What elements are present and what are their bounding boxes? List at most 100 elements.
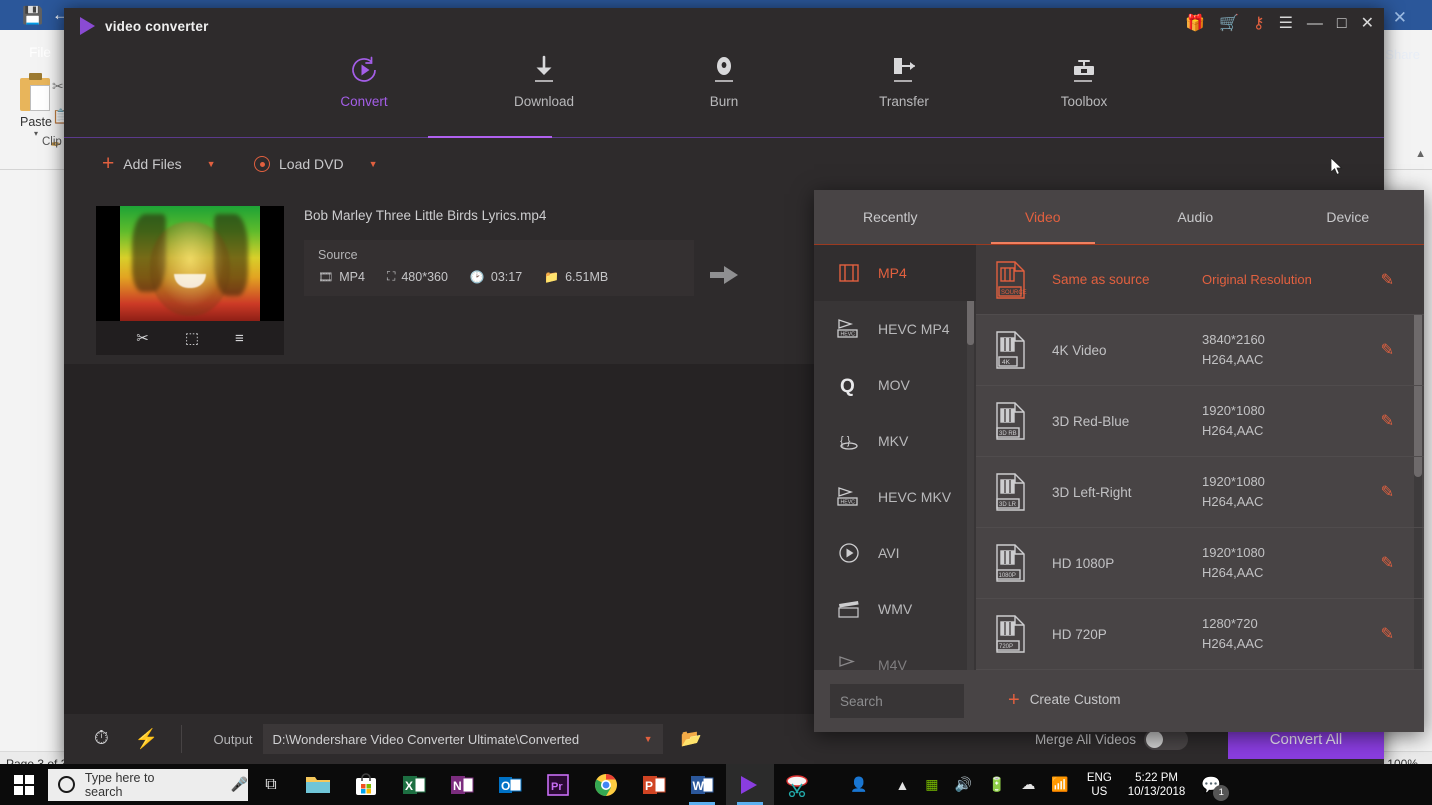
edit-icon[interactable]: ✎ [1381,270,1394,290]
burn-icon [668,50,780,90]
panel-tab-recently[interactable]: Recently [814,190,967,244]
close-icon[interactable]: ✕ [1361,16,1374,32]
svg-text:4K: 4K [1002,359,1011,366]
share-button[interactable]: Share [1385,47,1420,62]
clapperboard-icon [836,597,862,621]
battery-icon[interactable]: 🔋 [988,776,1005,793]
svg-text:3D LR: 3D LR [999,502,1017,508]
format-label: M4V [878,657,907,670]
video-thumbnail[interactable] [96,206,284,321]
search-input[interactable] [830,684,964,718]
chevron-down-icon[interactable]: ▼ [369,159,378,169]
panel-tab-audio[interactable]: Audio [1119,190,1272,244]
edit-icon[interactable]: ✎ [1381,411,1394,431]
show-hidden-icons-icon[interactable]: ▲ [895,777,909,793]
key-icon[interactable]: ⚷ [1253,16,1265,32]
add-files-label: Add Files [123,156,182,172]
format-item-avi[interactable]: AVI [814,525,976,581]
svg-text:Pr: Pr [551,781,563,793]
wifi-icon[interactable]: 📶 [1051,776,1068,793]
add-files-button[interactable]: + Add Files ▼ [102,153,216,174]
output-path-field[interactable]: D:\Wondershare Video Converter Ultimate\… [262,724,663,754]
format-item-mov[interactable]: Q MOV [814,357,976,413]
open-folder-icon[interactable]: 📂 [681,729,702,749]
taskbar-app-video-converter[interactable] [726,764,774,805]
nav-label-download: Download [513,94,575,109]
taskbar-app-excel[interactable]: X [390,764,438,805]
taskbar-app-outlook[interactable]: O [486,764,534,805]
taskbar-app-word[interactable]: W [678,764,726,805]
panel-tab-video[interactable]: Video [967,190,1120,244]
preset-row[interactable]: 4K 4K Video 3840*2160 H264,AAC ✎ [976,315,1424,386]
load-dvd-button[interactable]: Load DVD ▼ [254,156,378,172]
preset-row[interactable]: 3D LR 3D Left-Right 1920*1080 H264,AAC ✎ [976,457,1424,528]
format-item-mkv[interactable]: { } MKV [814,413,976,469]
nvidia-icon[interactable]: ▦ [925,776,938,793]
crop-icon[interactable]: ⬚ [185,329,199,347]
gift-icon[interactable]: 🎁 [1185,16,1205,32]
cart-icon[interactable]: 🛒 [1219,16,1239,32]
maximize-icon[interactable]: □ [1337,16,1347,32]
effect-icon[interactable]: ≡ [235,330,244,347]
taskbar-app-powerpoint[interactable]: P [630,764,678,805]
taskbar-app-store[interactable] [342,764,390,805]
taskbar-app-onenote[interactable]: N [438,764,486,805]
start-button[interactable] [0,764,48,805]
file-menu-tab[interactable]: File [16,40,64,66]
resize-icon: ⛶ [386,269,396,283]
create-custom-button[interactable]: + Create Custom [1008,690,1120,710]
action-center-icon[interactable]: 💬 1 [1201,775,1230,801]
preset-list[interactable]: SOURCE Same as source Original Resolutio… [976,245,1424,670]
taskbar-app-chrome[interactable] [582,764,630,805]
people-icon[interactable]: 👤 [850,776,867,793]
nav-item-toolbox[interactable]: Toolbox [1028,38,1140,109]
nav-item-burn[interactable]: Burn [668,38,780,109]
preset-row[interactable]: SOURCE Same as source Original Resolutio… [976,245,1424,315]
taskbar-app-snipping-tool[interactable] [774,764,822,805]
menu-icon[interactable]: ☰ [1279,16,1293,32]
preset-row[interactable]: 720P HD 720P 1280*720 H264,AAC ✎ [976,599,1424,670]
preset-name: 4K Video [1052,342,1107,358]
preset-name: HD 720P [1052,626,1107,642]
volume-icon[interactable]: 🔊 [955,776,972,793]
edit-icon[interactable]: ✎ [1381,553,1394,573]
chevron-down-icon[interactable]: ▼ [207,159,216,169]
lightning-icon[interactable]: ⚡ [135,727,159,751]
edit-icon[interactable]: ✎ [1381,340,1394,360]
format-label: HEVC MKV [878,489,952,505]
taskbar-app-premiere[interactable]: Pr [534,764,582,805]
task-view-button[interactable]: ⧉ [248,776,294,794]
format-item-wmv[interactable]: WMV [814,581,976,637]
format-item-hevc-mkv[interactable]: HEVC HEVC MKV [814,469,976,525]
format-item-hevc-mp4[interactable]: HEVC HEVC MP4 [814,301,976,357]
clock[interactable]: 5:22 PM 10/13/2018 [1128,771,1186,799]
panel-tab-device[interactable]: Device [1272,190,1425,244]
preset-row[interactable]: 3D RB 3D Red-Blue 1920*1080 H264,AAC ✎ [976,386,1424,457]
chevron-down-icon[interactable]: ▼ [644,734,653,744]
alarm-clock-icon[interactable]: ⏱ [94,728,109,750]
format-item-m4v[interactable]: M4V [814,637,976,670]
onedrive-icon[interactable]: ☁ [1021,776,1035,793]
nav-label-convert: Convert [340,94,388,109]
save-icon[interactable]: 💾 [22,6,43,26]
format-list[interactable]: MP4 HEVC HEVC MP4 Q MOV {} MKV HEVC HEV… [814,245,976,670]
nav-item-convert[interactable]: Convert [308,38,420,109]
taskbar-search[interactable]: Type here to search 🎤 [48,768,248,801]
format-item-mp4[interactable]: MP4 [814,245,976,301]
minimize-icon[interactable]: — [1307,16,1323,32]
cut-icon[interactable]: ✂ [52,78,64,95]
microphone-icon[interactable]: 🎤 [231,776,248,793]
clipboard-icon [18,72,54,112]
nav-item-download[interactable]: Download [488,38,600,109]
edit-icon[interactable]: ✎ [1381,482,1394,502]
preset-row[interactable]: 1080P HD 1080P 1920*1080 H264,AAC ✎ [976,528,1424,599]
taskbar-app-explorer[interactable] [294,764,342,805]
scroll-up-icon[interactable]: ▲ [1415,148,1426,160]
toolbox-icon [1028,50,1140,90]
background-close-icon[interactable]: ✕ [1393,8,1407,28]
trim-icon[interactable]: ✂ [136,329,149,347]
language-indicator[interactable]: ENG US [1087,771,1112,799]
edit-icon[interactable]: ✎ [1381,624,1394,644]
nav-item-transfer[interactable]: Transfer [848,38,960,109]
cortana-icon [58,776,75,793]
